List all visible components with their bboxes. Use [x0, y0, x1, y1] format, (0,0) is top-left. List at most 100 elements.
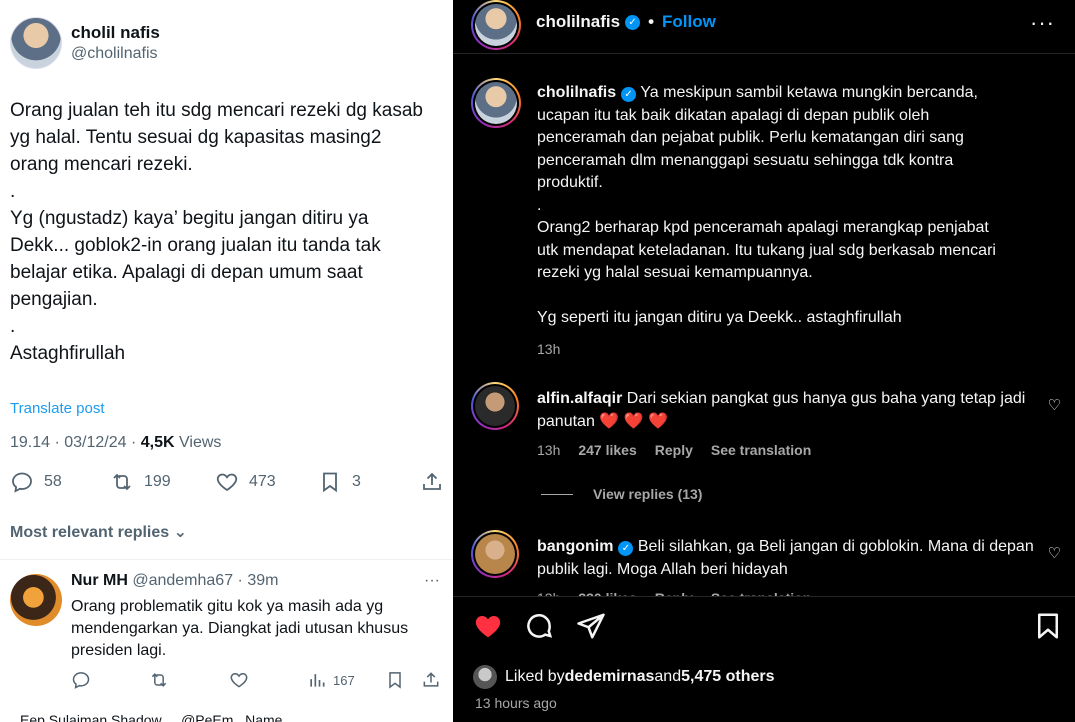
- reply-reply-button[interactable]: [71, 670, 97, 690]
- views-label: Views: [174, 434, 222, 451]
- reply-like-button[interactable]: [229, 670, 255, 690]
- post-line: Dekk... goblok2-in orang jualan itu tand…: [10, 235, 381, 256]
- bookmark-count: 3: [352, 473, 361, 490]
- caption-username[interactable]: cholilnafis: [537, 84, 616, 101]
- follow-button[interactable]: Follow: [662, 12, 716, 32]
- reply-count: 58: [44, 473, 62, 490]
- liker-avatar[interactable]: [473, 665, 497, 689]
- more-options-icon[interactable]: ···: [1030, 10, 1055, 36]
- caption-line: produktif.: [537, 174, 603, 191]
- caption-avatar[interactable]: [471, 78, 521, 128]
- repost-button[interactable]: 199: [110, 470, 171, 494]
- sort-replies-dropdown[interactable]: Most relevant replies ⌄: [10, 522, 187, 542]
- liked-by: Liked by dedemirnas and 5,475 others: [473, 665, 775, 689]
- reply-bookmark-button[interactable]: [385, 670, 411, 690]
- comment-avatar[interactable]: [471, 530, 519, 578]
- caption-line: .: [537, 196, 542, 214]
- divider: [0, 559, 453, 560]
- liked-user[interactable]: dedemirnas: [565, 668, 655, 686]
- comment-icon[interactable]: [524, 611, 554, 641]
- reply-icon: [72, 672, 90, 689]
- post-line: pengajian.: [10, 289, 98, 310]
- post-timestamp[interactable]: 19.14 · 03/12/24 ·: [10, 434, 141, 451]
- post-line: belajar etika. Apalagi di depan umum saa…: [10, 262, 363, 283]
- reply-views-button[interactable]: 167: [307, 670, 355, 690]
- comment-like-heart-icon[interactable]: ♡: [1048, 396, 1061, 414]
- share-icon: [423, 672, 439, 687]
- translate-post-link[interactable]: Translate post: [10, 400, 105, 417]
- comment-username[interactable]: bangonim: [537, 538, 613, 555]
- more-options-icon[interactable]: ···: [424, 572, 440, 590]
- bookmark-icon: [323, 472, 337, 493]
- author-avatar[interactable]: [10, 17, 62, 69]
- liked-prefix: Liked by: [505, 668, 565, 685]
- comment-avatar[interactable]: [471, 382, 519, 430]
- analytics-icon: [310, 674, 325, 687]
- view-replies-button[interactable]: View replies (13): [541, 486, 702, 502]
- caption-line: penceramah dan pejabat publik. Perlu kem…: [537, 129, 964, 146]
- reply-icon: [12, 472, 32, 493]
- replies-line: [541, 493, 573, 495]
- reply-repost-button[interactable]: [149, 670, 175, 690]
- like-button[interactable]: 473: [215, 470, 276, 494]
- post-actions: 58 199 473 3: [10, 470, 445, 498]
- comment-username[interactable]: alfin.alfaqir: [537, 390, 622, 407]
- heart-icon: [216, 473, 238, 492]
- heart-emoji: ❤️ ❤️ ❤️: [599, 413, 668, 430]
- caption-line: ucapan itu tak baik dikatan apalagi di d…: [537, 106, 930, 124]
- sort-label: Most relevant replies: [10, 524, 170, 541]
- instagram-post-panel: cholilnafis ✓ • Follow ··· cholilnafis ✓ …: [453, 0, 1075, 722]
- caption-line: utk mendapat keteladanan. Itu tukang jua…: [537, 241, 996, 259]
- reply-text: Orang problematik gitu kok ya masih ada …: [71, 598, 409, 659]
- verified-badge-icon: ✓: [621, 87, 637, 102]
- bookmark-button[interactable]: 3: [318, 470, 361, 494]
- post-caption: cholilnafis ✓ Ya meskipun sambil ketawa m…: [537, 82, 1052, 360]
- comment-like-heart-icon[interactable]: ♡: [1048, 544, 1061, 562]
- post-line: .: [10, 181, 16, 202]
- caption-line: penceramah dlm menanggapi sesuatu sehing…: [537, 151, 954, 169]
- post-line: Orang jualan teh itu sdg mencari rezeki …: [10, 100, 423, 121]
- post-action-icons: [473, 611, 1063, 643]
- separator-dot: •: [648, 12, 655, 31]
- reply-author-name[interactable]: Nur MH: [71, 572, 128, 589]
- twitter-post-panel: cholil nafis @cholilnafis Orang jualan t…: [0, 0, 453, 722]
- comment-likes[interactable]: 247 likes: [578, 442, 636, 458]
- peek-text: Eep Sulaiman Shadow ... @PeEm_ Name: [20, 712, 283, 722]
- reply-author-handle[interactable]: @andemha67: [128, 572, 233, 589]
- post-header: cholil nafis @cholilnafis: [10, 17, 160, 69]
- author-handle[interactable]: @cholilnafis: [71, 45, 160, 63]
- heart-filled-icon[interactable]: [473, 611, 503, 641]
- reply-views-count: 167: [333, 672, 355, 688]
- see-translation-button[interactable]: See translation: [711, 442, 811, 458]
- bookmark-icon: [389, 672, 401, 689]
- repost-icon: [113, 473, 131, 491]
- caption-line: Ya meskipun sambil ketawa mungkin bercan…: [636, 84, 978, 101]
- ig-header: cholilnafis ✓ • Follow ···: [453, 0, 1075, 54]
- heart-icon: [230, 672, 248, 688]
- share-button[interactable]: [420, 470, 453, 494]
- next-reply-peek: Eep Sulaiman Shadow ... @PeEm_ Name: [20, 712, 420, 722]
- post-meta: 19.14 · 03/12/24 · 4,5K Views: [10, 434, 221, 452]
- post-line: yg halal. Tentu sesuai dg kapasitas masi…: [10, 127, 382, 148]
- share-send-icon[interactable]: [576, 611, 606, 641]
- verified-badge-icon: ✓: [625, 14, 641, 30]
- save-bookmark-icon[interactable]: [1033, 611, 1063, 641]
- reply-avatar[interactable]: [10, 574, 62, 626]
- header-avatar[interactable]: [471, 0, 521, 50]
- view-replies-label: View replies (13): [593, 486, 703, 502]
- post-body: Orang jualan teh itu sdg mencari rezeki …: [10, 97, 440, 367]
- header-username[interactable]: cholilnafis: [536, 12, 620, 32]
- repost-count: 199: [144, 473, 171, 490]
- author-name[interactable]: cholil nafis: [71, 23, 160, 43]
- liked-others[interactable]: 5,475 others: [681, 668, 774, 686]
- comment-reply-button[interactable]: Reply: [655, 442, 693, 458]
- caption-line: [537, 285, 1052, 308]
- post-line: orang mencari rezeki.: [10, 154, 193, 175]
- post-time-ago: 13 hours ago: [475, 695, 557, 711]
- reply-button[interactable]: 58: [10, 470, 62, 494]
- post-line: Astaghfirullah: [10, 343, 126, 364]
- comment-time: 13h: [537, 442, 561, 458]
- post-line: Yg (ngustadz) kaya’ begitu jangan ditiru…: [10, 208, 369, 229]
- comment-item: alfin.alfaqir Dari sekian pangkat gus ha…: [537, 387, 1057, 462]
- reply-share-button[interactable]: [421, 670, 447, 690]
